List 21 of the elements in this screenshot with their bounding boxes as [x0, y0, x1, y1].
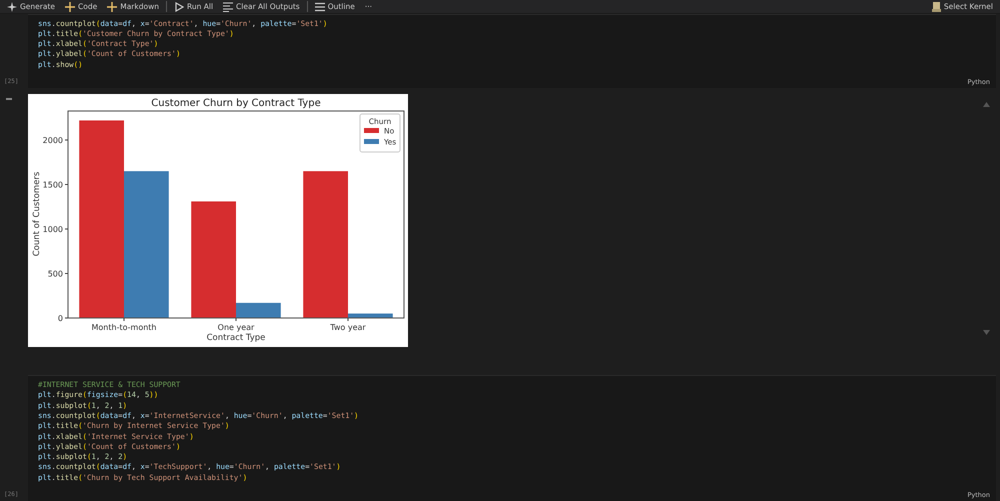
y-tick-label: 2000 — [42, 136, 63, 146]
sparkle-icon — [7, 2, 17, 12]
x-tick-label: Month-to-month — [92, 323, 156, 332]
y-tick-label: 1500 — [42, 180, 63, 190]
run-icon — [174, 2, 184, 12]
x-tick-label: One year — [218, 323, 254, 332]
clear-outputs-icon — [223, 2, 234, 12]
scroll-down-icon[interactable] — [983, 330, 990, 336]
y-axis-label: Count of Customers — [32, 172, 42, 256]
plus-icon — [65, 2, 76, 12]
plus-icon — [107, 2, 118, 12]
y-tick-label: 0 — [58, 314, 63, 324]
y-tick-label: 1000 — [42, 225, 63, 234]
legend-box — [360, 114, 400, 153]
chart-title: Customer Churn by Contract Type — [151, 98, 321, 110]
list-icon — [314, 2, 325, 12]
server-icon — [932, 2, 941, 12]
x-tick-label: Two year — [330, 323, 366, 332]
scroll-up-icon[interactable] — [983, 102, 990, 108]
x-axis-label: Contract Type — [206, 333, 266, 344]
y-tick-label: 500 — [48, 270, 63, 279]
